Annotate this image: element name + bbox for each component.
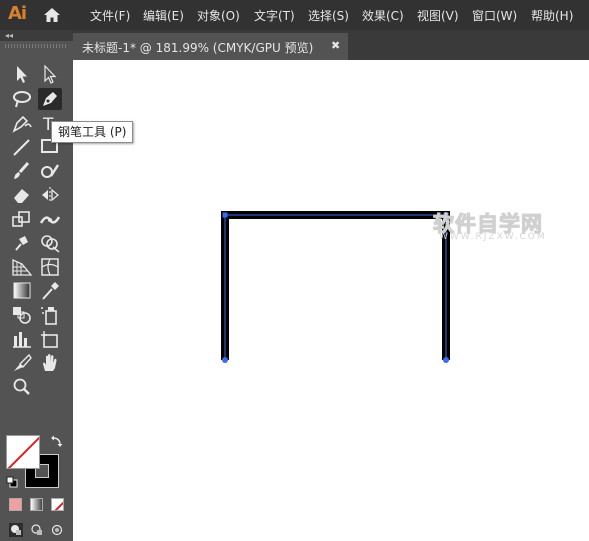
hand-tool-icon xyxy=(43,354,57,371)
menu-window[interactable]: 窗口(W) xyxy=(472,7,517,24)
anchor-point[interactable] xyxy=(443,357,449,363)
direct-selection-tool[interactable] xyxy=(38,63,62,85)
gradient-tool-icon xyxy=(13,282,31,299)
menu-file[interactable]: 文件(F) xyxy=(90,7,130,24)
perspective-grid-tool[interactable] xyxy=(10,256,34,278)
document-tab[interactable]: 未标题-1* @ 181.99% (CMYK/GPU 预览) ✖ xyxy=(73,33,348,60)
home-icon[interactable] xyxy=(43,7,61,23)
draw-inside-icon[interactable] xyxy=(50,523,64,537)
anchor-point[interactable] xyxy=(222,212,228,218)
eyedropper-tool[interactable] xyxy=(38,280,62,302)
line-segment-tool-icon xyxy=(13,139,30,156)
selection-tool[interactable] xyxy=(10,63,34,85)
paintbrush-tool[interactable] xyxy=(10,160,34,182)
blend-tool[interactable] xyxy=(10,304,34,326)
reflect-tool[interactable] xyxy=(38,184,62,206)
path-selection-outline xyxy=(224,214,447,360)
inverted-u-path[interactable] xyxy=(221,211,450,360)
menu-effect[interactable]: 效果(C) xyxy=(362,7,404,24)
slice-tool[interactable] xyxy=(10,352,34,374)
menu-bar: Ai 文件(F) 编辑(E) 对象(O) 文字(T) 选择(S) 效果(C) 视… xyxy=(0,0,589,30)
width-tool-icon xyxy=(39,216,61,224)
menu-select[interactable]: 选择(S) xyxy=(308,7,349,24)
color-mode-button[interactable] xyxy=(9,498,22,511)
eraser-tool[interactable] xyxy=(10,184,34,206)
menu-view[interactable]: 视图(V) xyxy=(417,7,459,24)
artwork xyxy=(221,211,450,363)
direct-selection-tool-icon xyxy=(44,64,57,84)
paintbrush-tool-icon xyxy=(14,162,30,179)
none-icon xyxy=(54,501,63,510)
artboard-tool[interactable] xyxy=(38,328,62,350)
puppet-warp-tool-icon xyxy=(15,236,28,251)
panel-header: ◂◂ xyxy=(0,30,73,41)
anchor-point[interactable] xyxy=(222,357,228,363)
symbol-sprayer-tool[interactable] xyxy=(38,304,62,326)
gradient-mode-button[interactable] xyxy=(30,498,43,511)
width-tool[interactable] xyxy=(38,208,62,230)
gradient-tool[interactable] xyxy=(10,280,34,302)
artboard-canvas[interactable] xyxy=(73,60,589,541)
slice-tool-icon xyxy=(14,353,32,371)
draw-behind-icon[interactable] xyxy=(30,523,44,537)
column-graph-tool[interactable] xyxy=(10,328,34,350)
document-tab-bar: 未标题-1* @ 181.99% (CMYK/GPU 预览) ✖ xyxy=(73,30,589,60)
eyedropper-tool-icon xyxy=(42,282,59,300)
lasso-tool[interactable] xyxy=(10,88,34,110)
blend-tool-icon xyxy=(13,307,31,324)
reflect-tool-icon xyxy=(42,187,60,203)
fill-color-swatch[interactable] xyxy=(6,435,40,469)
pen-tool[interactable] xyxy=(38,88,62,110)
lasso-tool-icon xyxy=(13,91,31,108)
puppet-warp-tool[interactable] xyxy=(10,232,34,254)
shaper-tool-icon xyxy=(41,164,60,178)
hand-tool[interactable] xyxy=(38,352,62,374)
shape-builder-tool[interactable] xyxy=(38,232,62,254)
none-mode-button[interactable] xyxy=(51,498,64,511)
menu-help[interactable]: 帮助(H) xyxy=(531,7,573,24)
draw-normal-icon[interactable] xyxy=(9,523,23,537)
curvature-tool[interactable] xyxy=(10,112,34,134)
symbol-sprayer-tool-icon xyxy=(41,307,57,325)
selection-tool-icon xyxy=(17,66,27,83)
mesh-tool-icon xyxy=(41,258,59,276)
menu-type[interactable]: 文字(T) xyxy=(254,7,295,24)
zoom-tool-icon xyxy=(13,378,30,395)
perspective-grid-tool-icon xyxy=(12,258,33,276)
zoom-tool[interactable] xyxy=(10,376,34,398)
curvature-tool-icon xyxy=(12,115,32,133)
menu-object[interactable]: 对象(O) xyxy=(197,7,240,24)
panel-grip[interactable] xyxy=(5,44,67,48)
swap-fill-stroke-icon[interactable] xyxy=(50,434,64,448)
tools-panel: ◂◂ T xyxy=(0,30,73,541)
watermark-url: WWW.RJZXW.COM xyxy=(439,232,547,242)
artboard-tool-icon xyxy=(41,331,58,348)
shaper-tool[interactable] xyxy=(38,160,62,182)
shape-builder-tool-icon xyxy=(41,235,60,253)
document-tab-title: 未标题-1* @ 181.99% (CMYK/GPU 预览) xyxy=(82,41,314,55)
watermark: 软件自学网 WWW.RJZXW.COM xyxy=(433,208,578,248)
menu-edit[interactable]: 编辑(E) xyxy=(143,7,184,24)
mesh-tool[interactable] xyxy=(38,256,62,278)
illustrator-window: Ai 文件(F) 编辑(E) 对象(O) 文字(T) 选择(S) 效果(C) 视… xyxy=(0,0,589,541)
close-tab-icon[interactable]: ✖ xyxy=(331,39,340,52)
pen-tool-tooltip: 钢笔工具 (P) xyxy=(51,121,134,143)
collapse-panel-icon[interactable]: ◂◂ xyxy=(5,31,13,40)
none-slash-icon xyxy=(7,436,39,468)
eraser-tool-icon xyxy=(14,189,29,203)
app-logo: Ai xyxy=(8,3,27,24)
column-graph-tool-icon xyxy=(13,332,31,348)
line-segment-tool[interactable] xyxy=(10,136,34,158)
default-colors-icon[interactable] xyxy=(6,476,18,488)
pen-tool-icon xyxy=(43,92,57,106)
scale-tool-icon xyxy=(12,211,30,227)
scale-tool[interactable] xyxy=(10,208,34,230)
